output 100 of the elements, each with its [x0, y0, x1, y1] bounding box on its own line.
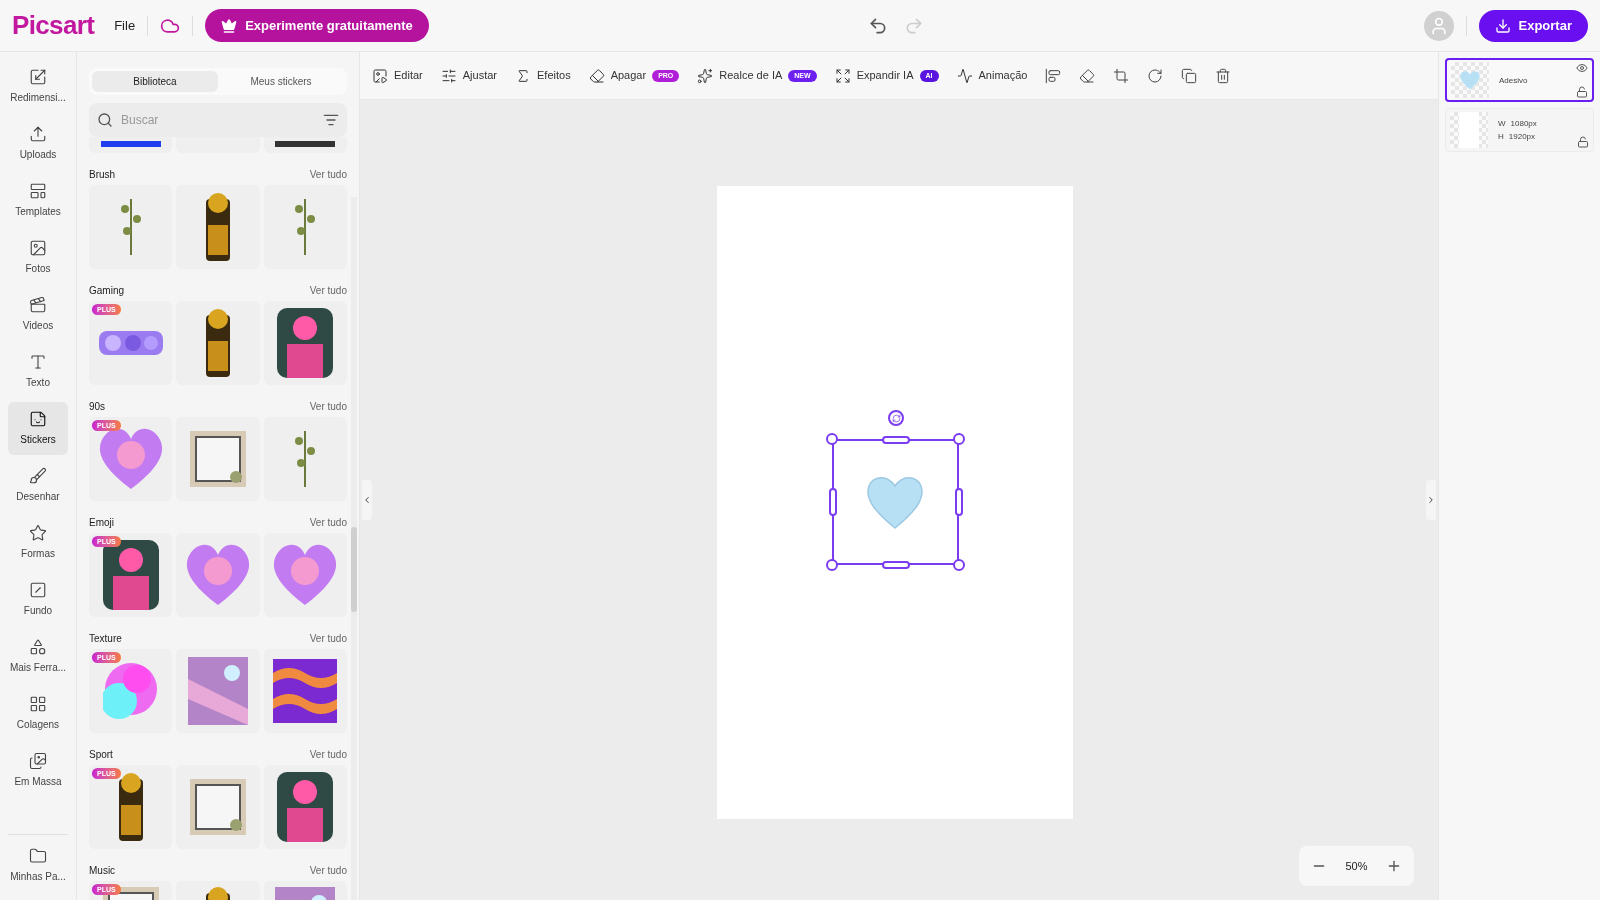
- sticker-tile[interactable]: [176, 417, 260, 501]
- dimension-label: H: [1498, 131, 1504, 143]
- resize-handle[interactable]: [826, 559, 838, 571]
- tab[interactable]: Meus stickers: [218, 71, 344, 92]
- sidebar-item[interactable]: Fundo: [8, 573, 68, 626]
- resize-handle[interactable]: [882, 436, 910, 444]
- trial-button[interactable]: Experimente gratuitamente: [205, 9, 429, 42]
- resize-handle[interactable]: [955, 488, 963, 516]
- filter-icon[interactable]: [323, 112, 339, 128]
- resize-handle[interactable]: [953, 559, 965, 571]
- see-all-link[interactable]: Ver tudo: [309, 283, 347, 298]
- sticker-tile[interactable]: [263, 301, 347, 385]
- sidebar-item[interactable]: Em Massa: [8, 744, 68, 797]
- crop-icon[interactable]: [1113, 67, 1130, 84]
- star-icon: [29, 524, 47, 542]
- sidebar-item[interactable]: Mais Ferra...: [8, 630, 68, 683]
- section-title: 90s: [89, 400, 106, 414]
- sidebar-item[interactable]: Colagens: [8, 687, 68, 740]
- see-all-link[interactable]: Ver tudo: [309, 399, 347, 414]
- sticker-tile[interactable]: [176, 765, 260, 849]
- dimension-label: W: [1498, 118, 1506, 130]
- brush-icon: [29, 467, 47, 485]
- sidebar-item[interactable]: Minhas Pa...: [8, 839, 68, 892]
- section-title: Brush: [89, 168, 116, 182]
- sticker-tile[interactable]: [176, 533, 260, 617]
- expand-icon: [834, 67, 851, 84]
- sidebar-item[interactable]: Desenhar: [8, 459, 68, 512]
- animation-icon: [956, 67, 973, 84]
- clapperboard-icon: [29, 296, 47, 314]
- resize-handle[interactable]: [826, 433, 838, 445]
- resize-icon: [29, 68, 47, 86]
- see-all-link[interactable]: Ver tudo: [309, 863, 347, 878]
- sticker-tile[interactable]: [263, 765, 347, 849]
- images-icon: [29, 752, 47, 770]
- dimension-value: 1920px: [1508, 131, 1536, 143]
- crown-icon: [221, 17, 238, 34]
- logo[interactable]: Picsart: [12, 6, 95, 45]
- edit-icon: [372, 67, 388, 84]
- scrollbar[interactable]: [351, 197, 357, 900]
- toolbar-button[interactable]: Editar: [372, 67, 423, 84]
- align-icon[interactable]: [1045, 67, 1062, 84]
- eraser-icon[interactable]: [1079, 67, 1096, 84]
- sticker-icon: [29, 410, 47, 428]
- grid-icon: [29, 695, 47, 713]
- section-title: Sport: [89, 748, 113, 762]
- resize-handle[interactable]: [829, 488, 837, 516]
- sidebar-item[interactable]: Templates: [8, 174, 68, 227]
- chevron-right-icon: [1426, 494, 1436, 506]
- see-all-link[interactable]: Ver tudo: [309, 747, 347, 762]
- shapes-icon: [29, 638, 47, 656]
- sticker-tile[interactable]: [263, 649, 347, 733]
- search-input[interactable]: Buscar: [121, 111, 315, 129]
- folder-icon: [29, 847, 47, 865]
- tab[interactable]: Biblioteca: [92, 71, 218, 92]
- toolbar-button[interactable]: Efeitos: [515, 67, 571, 84]
- section-title: Emoji: [89, 516, 114, 530]
- resize-handle[interactable]: [882, 561, 910, 569]
- sticker-tile[interactable]: [176, 649, 260, 733]
- delete-icon[interactable]: [1215, 67, 1232, 84]
- rotate-icon[interactable]: [1147, 67, 1164, 84]
- layer-item[interactable]: W 1080px H 1920px: [1445, 108, 1594, 152]
- section-title: Texture: [89, 632, 122, 646]
- sidebar-item[interactable]: Redimensi...: [8, 60, 68, 113]
- sticker-tile[interactable]: [263, 417, 347, 501]
- upload-icon: [29, 125, 47, 143]
- sticker-tile[interactable]: [176, 301, 260, 385]
- zoom-in-icon[interactable]: [1386, 858, 1402, 874]
- selection-frame[interactable]: [832, 439, 959, 565]
- toolbar-button[interactable]: Ajustar: [440, 67, 497, 84]
- layer-item[interactable]: Adesivo: [1445, 58, 1594, 102]
- see-all-link[interactable]: Ver tudo: [309, 515, 347, 530]
- chevron-left-icon: [362, 494, 372, 506]
- file-menu[interactable]: File: [114, 15, 136, 36]
- visibility-icon[interactable]: [1576, 62, 1588, 74]
- sidebar-item[interactable]: Formas: [8, 516, 68, 569]
- sticker-tile[interactable]: [176, 185, 260, 269]
- sidebar-item[interactable]: Fotos: [8, 231, 68, 284]
- resize-handle[interactable]: [953, 433, 965, 445]
- sticker-tile[interactable]: [263, 533, 347, 617]
- duplicate-icon[interactable]: [1181, 67, 1198, 84]
- zoom-value: 50%: [1345, 858, 1368, 874]
- see-all-link[interactable]: Ver tudo: [309, 631, 347, 646]
- heart-drawing: [865, 474, 925, 530]
- toolbar-button[interactable]: Animação: [956, 67, 1028, 84]
- search-field[interactable]: Buscar: [89, 103, 347, 137]
- unlock-icon[interactable]: [1576, 86, 1588, 98]
- unlock-icon[interactable]: [1577, 136, 1589, 148]
- sticker-tile[interactable]: [263, 185, 347, 269]
- see-all-link[interactable]: Ver tudo: [309, 167, 347, 182]
- rotate-handle[interactable]: [888, 410, 904, 426]
- sidebar-item[interactable]: Stickers: [8, 402, 68, 455]
- search-icon: [97, 112, 113, 128]
- export-button[interactable]: Exportar: [1478, 9, 1588, 42]
- background-icon: [29, 581, 47, 599]
- layer-name: Adesivo: [1499, 75, 1528, 85]
- sticker-tile[interactable]: [89, 185, 173, 269]
- sliders-icon: [440, 67, 457, 84]
- sidebar-item[interactable]: Videos: [8, 288, 68, 341]
- sidebar-item[interactable]: Uploads: [8, 117, 68, 170]
- sidebar-item[interactable]: Texto: [8, 345, 68, 398]
